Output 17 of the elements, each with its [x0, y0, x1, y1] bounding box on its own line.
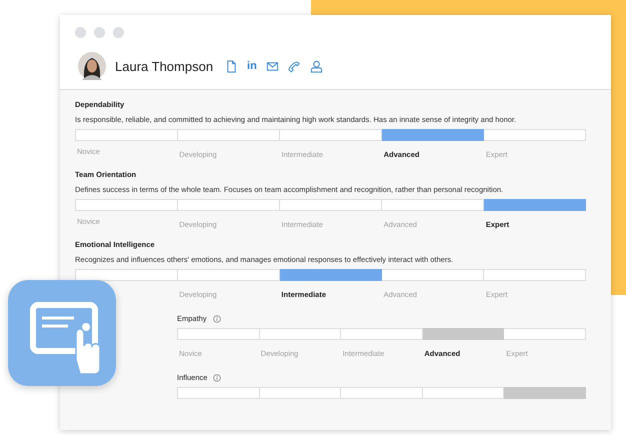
info-icon[interactable] — [213, 374, 222, 382]
window-control-dot[interactable] — [94, 27, 105, 38]
level-segment[interactable] — [422, 328, 504, 340]
level-segment[interactable] — [504, 387, 586, 399]
window-control-dot[interactable] — [113, 27, 124, 38]
level-segment[interactable] — [280, 269, 382, 281]
mail-icon[interactable] — [266, 60, 279, 72]
linkedin-link[interactable]: in — [247, 60, 257, 72]
avatar — [78, 52, 106, 80]
level-segment[interactable] — [484, 199, 586, 211]
person-name: Laura Thompson — [115, 58, 214, 74]
info-icon[interactable] — [212, 315, 221, 323]
window-control-dot[interactable] — [75, 27, 86, 38]
document-icon[interactable] — [225, 60, 238, 72]
level-segment[interactable] — [382, 129, 484, 141]
person-icon[interactable] — [310, 60, 323, 72]
phone-icon[interactable] — [288, 60, 301, 72]
